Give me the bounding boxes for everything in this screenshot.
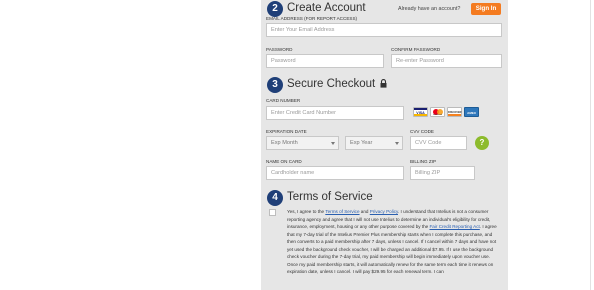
- terms-title: Terms of Service: [287, 191, 373, 203]
- confirm-password-placeholder: Re-enter Password: [396, 58, 444, 64]
- exp-year-value: Exp Year: [350, 140, 373, 146]
- amex-card-icon: AMEX: [464, 107, 479, 117]
- discover-card-icon: DISCOVER: [447, 107, 462, 117]
- card-number-field[interactable]: Enter Credit Card Number: [266, 106, 404, 120]
- chevron-down-icon: [331, 142, 335, 145]
- card-number-placeholder: Enter Credit Card Number: [271, 110, 336, 116]
- email-placeholder: Enter Your Email Address: [271, 27, 335, 33]
- email-field[interactable]: Enter Your Email Address: [266, 23, 502, 37]
- terms-of-service-link[interactable]: Terms of Service: [325, 209, 359, 214]
- name-on-card-label: NAME ON CARD: [266, 159, 302, 164]
- terms-text-2: and: [359, 209, 370, 214]
- mastercard-icon: mastercard: [430, 107, 445, 117]
- step-badge-3: 3: [267, 77, 283, 93]
- exp-month-value: Exp Month: [271, 140, 298, 146]
- password-label: PASSWORD: [266, 47, 293, 52]
- password-field[interactable]: Password: [266, 54, 384, 68]
- cvv-help-icon[interactable]: ?: [475, 136, 489, 150]
- already-have-account-text: Already have an account?: [398, 6, 461, 12]
- sign-in-button[interactable]: Sign In: [471, 3, 501, 15]
- terms-text-4: . I agree that my 7-day trial of the Int…: [287, 224, 497, 274]
- card-number-label: CARD NUMBER: [266, 98, 301, 103]
- password-placeholder: Password: [271, 58, 296, 64]
- fcra-link[interactable]: Fair Credit Reporting Act: [430, 224, 480, 229]
- billing-zip-field[interactable]: Billing ZIP: [410, 166, 475, 180]
- name-on-card-placeholder: Cardholder name: [271, 170, 315, 176]
- confirm-password-field[interactable]: Re-enter Password: [391, 54, 502, 68]
- amex-text: AMEX: [467, 111, 476, 115]
- scrollbar-track[interactable]: [590, 0, 591, 290]
- expiration-date-label: EXPIRATION DATE: [266, 129, 307, 134]
- confirm-password-label: CONFIRM PASSWORD: [391, 47, 441, 52]
- visa-card-icon: VISA: [413, 107, 428, 117]
- cvv-field[interactable]: CVV Code: [410, 136, 467, 150]
- step-badge-2: 2: [267, 1, 283, 17]
- terms-text: Yes, I agree to the Terms of Service and…: [287, 208, 499, 276]
- mastercard-text: mastercard: [433, 114, 442, 116]
- name-on-card-field[interactable]: Cardholder name: [266, 166, 404, 180]
- billing-zip-placeholder: Billing ZIP: [415, 170, 441, 176]
- chevron-down-icon: [395, 142, 399, 145]
- secure-checkout-title-text: Secure Checkout: [287, 78, 376, 90]
- privacy-policy-link[interactable]: Privacy Policy: [370, 209, 398, 214]
- email-label: EMAIL ADDRESS (FOR REPORT ACCESS): [266, 16, 358, 21]
- cvv-label: CVV CODE: [410, 129, 434, 134]
- billing-zip-label: BILLING ZIP: [410, 159, 437, 164]
- step-badge-4: 4: [267, 190, 283, 206]
- lock-icon: [380, 79, 387, 88]
- exp-month-select[interactable]: Exp Month: [266, 136, 339, 150]
- terms-agree-checkbox[interactable]: [269, 209, 276, 216]
- secure-checkout-title: Secure Checkout: [287, 78, 387, 90]
- terms-text-1: Yes, I agree to the: [287, 209, 326, 214]
- create-account-title: Create Account: [287, 2, 366, 14]
- cvv-placeholder: CVV Code: [415, 140, 442, 146]
- exp-year-select[interactable]: Exp Year: [345, 136, 403, 150]
